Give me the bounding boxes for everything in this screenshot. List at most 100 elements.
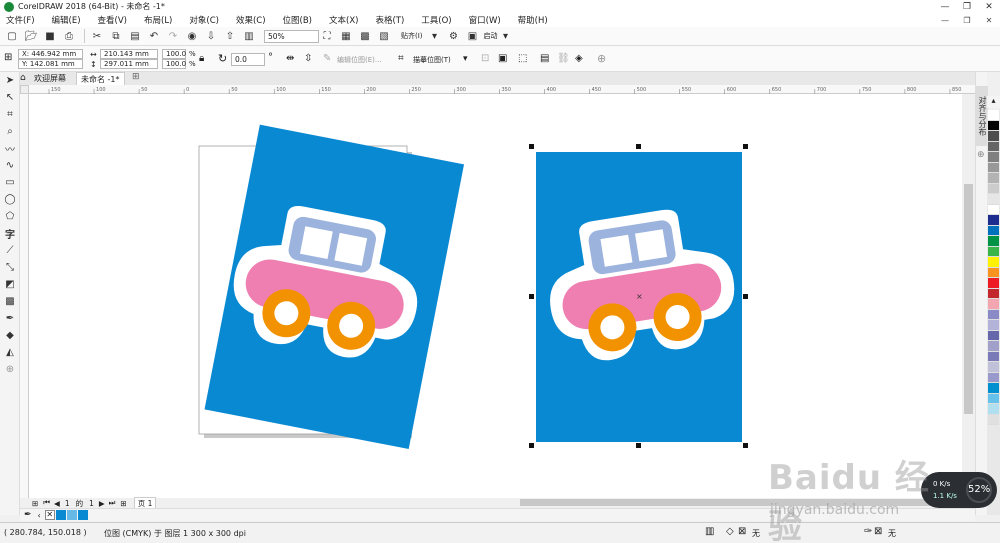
menu-tools[interactable]: 工具(O) <box>421 14 451 26</box>
palette-swatch[interactable] <box>988 362 999 373</box>
x-position-field[interactable]: X: 446.942 mm <box>18 49 83 59</box>
palette-swatch[interactable] <box>988 341 999 352</box>
corel-connect-icon[interactable]: ◉ <box>184 29 200 43</box>
palette-swatch[interactable] <box>988 309 999 320</box>
save-icon[interactable]: ■ <box>42 29 58 43</box>
ruler-origin[interactable] <box>20 85 29 94</box>
horizontal-scrollbar[interactable] <box>510 498 975 507</box>
palette-swatch[interactable] <box>988 383 999 394</box>
palette-swatch[interactable] <box>988 330 999 341</box>
redo-icon[interactable]: ↷ <box>165 29 181 43</box>
palette-swatch[interactable] <box>988 215 999 226</box>
last-page-icon[interactable]: ⏭ <box>109 498 116 508</box>
close-button[interactable]: ✕ <box>978 2 1000 12</box>
trace-bitmap-dropdown[interactable]: 描摹位图(T) <box>413 55 451 65</box>
print-icon[interactable]: ⎙ <box>61 29 77 43</box>
new-document-icon[interactable]: ▢ <box>4 29 20 43</box>
snap-to-dropdown[interactable]: 贴齐(I) <box>401 31 423 41</box>
menu-effects[interactable]: 效果(C) <box>236 14 266 26</box>
drawing-canvas[interactable]: × <box>29 94 975 498</box>
artistic-media-icon[interactable]: ∿ <box>0 157 20 174</box>
color-proof-icon[interactable]: ▥ <box>705 526 714 537</box>
maximize-button[interactable]: ❐ <box>956 2 978 12</box>
undo-icon[interactable]: ↶ <box>146 29 162 43</box>
paste-icon[interactable]: ▤ <box>127 29 143 43</box>
tab-document[interactable]: 未命名 -1* <box>76 72 125 85</box>
fill-icon[interactable]: ◇ <box>726 526 734 537</box>
palette-swatch[interactable] <box>988 351 999 362</box>
palette-swatch[interactable] <box>988 141 999 152</box>
menu-help[interactable]: 帮助(H) <box>518 14 548 26</box>
rotation-angle-field[interactable]: 0.0 <box>231 53 265 66</box>
network-speed-widget[interactable]: 0 K/s 1.1 K/s 52% <box>921 472 997 508</box>
home-icon[interactable]: ⌂ <box>20 73 26 83</box>
palette-swatch[interactable] <box>988 110 999 121</box>
copy-icon[interactable]: ⧉ <box>108 29 124 43</box>
width-field[interactable]: 210.143 mm <box>100 49 158 59</box>
polygon-tool-icon[interactable]: ⬠ <box>0 208 20 225</box>
gear-icon[interactable]: ⚙ <box>446 29 462 43</box>
show-guidelines-icon[interactable]: ▧ <box>376 29 392 43</box>
menu-text[interactable]: 文本(X) <box>329 14 358 26</box>
mirror-horizontal-icon[interactable]: ⇹ <box>286 53 294 64</box>
show-grid-icon[interactable]: ▩ <box>357 29 373 43</box>
crop-tool-icon[interactable]: ⌗ <box>0 106 20 123</box>
bitmap-mask-icon[interactable]: ▤ <box>540 53 549 64</box>
color-mask-icon[interactable]: ◈ <box>575 53 583 64</box>
launch-app-icon[interactable]: ▣ <box>465 29 481 43</box>
menu-table[interactable]: 表格(T) <box>375 14 404 26</box>
chevron-down-icon[interactable]: ▾ <box>498 29 514 43</box>
palette-up-icon[interactable]: ▴ <box>987 96 1000 108</box>
palette-swatch[interactable] <box>988 404 999 415</box>
smart-fill-icon[interactable]: ◭ <box>0 344 20 361</box>
palette-swatch[interactable] <box>988 183 999 194</box>
rectangle-tool-icon[interactable]: ▭ <box>0 174 20 191</box>
drop-shadow-icon[interactable]: ◩ <box>0 276 20 293</box>
mirror-vertical-icon[interactable]: ⇳ <box>304 53 312 64</box>
edit-bitmap-icon[interactable]: ✎ <box>323 53 331 64</box>
palette-swatch[interactable] <box>988 267 999 278</box>
trace-bitmap-icon[interactable]: ⌗ <box>398 53 404 64</box>
color-swatch[interactable] <box>66 510 77 520</box>
bitmap-border-icon[interactable]: ⬚ <box>518 53 527 64</box>
no-color-swatch[interactable]: ✕ <box>44 510 55 520</box>
menu-object[interactable]: 对象(C) <box>189 14 219 26</box>
menu-window[interactable]: 窗口(W) <box>469 14 501 26</box>
interactive-fill-icon[interactable]: ◆ <box>0 327 20 344</box>
palette-swatch[interactable] <box>988 236 999 247</box>
prev-page-icon[interactable]: ◀ <box>54 499 60 508</box>
palette-swatch[interactable] <box>988 393 999 404</box>
crop-bitmap-icon[interactable]: ▣ <box>498 53 507 64</box>
parallel-dimension-icon[interactable]: ⟋ <box>0 242 20 259</box>
scale-width-field[interactable]: 100.0 <box>162 49 186 59</box>
minimize-button[interactable]: — <box>934 2 956 12</box>
chevron-left-icon[interactable]: ‹ <box>38 511 41 520</box>
add-page-after-icon[interactable]: ⊞ <box>120 499 126 508</box>
add-tab-icon[interactable]: ⊞ <box>132 72 140 82</box>
palette-swatch[interactable] <box>988 299 999 310</box>
edit-bitmap-button[interactable]: 编辑位图(E)... <box>337 55 382 65</box>
show-rulers-icon[interactable]: ▦ <box>338 29 354 43</box>
height-field[interactable]: 297.011 mm <box>100 59 158 69</box>
y-position-field[interactable]: Y: 142.081 mm <box>18 59 83 69</box>
palette-swatch[interactable] <box>988 372 999 383</box>
export-icon[interactable]: ⇧ <box>222 29 238 43</box>
outline-pen-icon[interactable]: ✑ <box>864 526 872 537</box>
selected-bitmap-card[interactable]: × <box>536 152 743 442</box>
shape-tool-icon[interactable]: ↖ <box>0 89 20 106</box>
ellipse-tool-icon[interactable]: ◯ <box>0 191 20 208</box>
pick-tool-icon[interactable]: ➤ <box>0 72 20 89</box>
palette-swatch[interactable] <box>988 278 999 289</box>
menu-bitmaps[interactable]: 位图(B) <box>283 14 312 26</box>
transparency-tool-icon[interactable]: ▩ <box>0 293 20 310</box>
palette-swatch[interactable] <box>988 257 999 268</box>
menu-layout[interactable]: 布局(L) <box>144 14 172 26</box>
palette-swatch[interactable] <box>988 152 999 163</box>
vertical-ruler[interactable] <box>20 94 29 498</box>
horizontal-ruler[interactable]: 150 100 50 0 50 100 150 200 250 300 350 400 450 500 55… <box>29 85 975 94</box>
palette-swatch[interactable] <box>988 204 999 215</box>
zoom-tool-icon[interactable]: ⌕ <box>0 123 20 140</box>
scale-height-field[interactable]: 100.0 <box>162 59 186 69</box>
scroll-thumb[interactable] <box>520 499 960 506</box>
open-folder-icon[interactable]: 📂︎ <box>23 29 39 43</box>
